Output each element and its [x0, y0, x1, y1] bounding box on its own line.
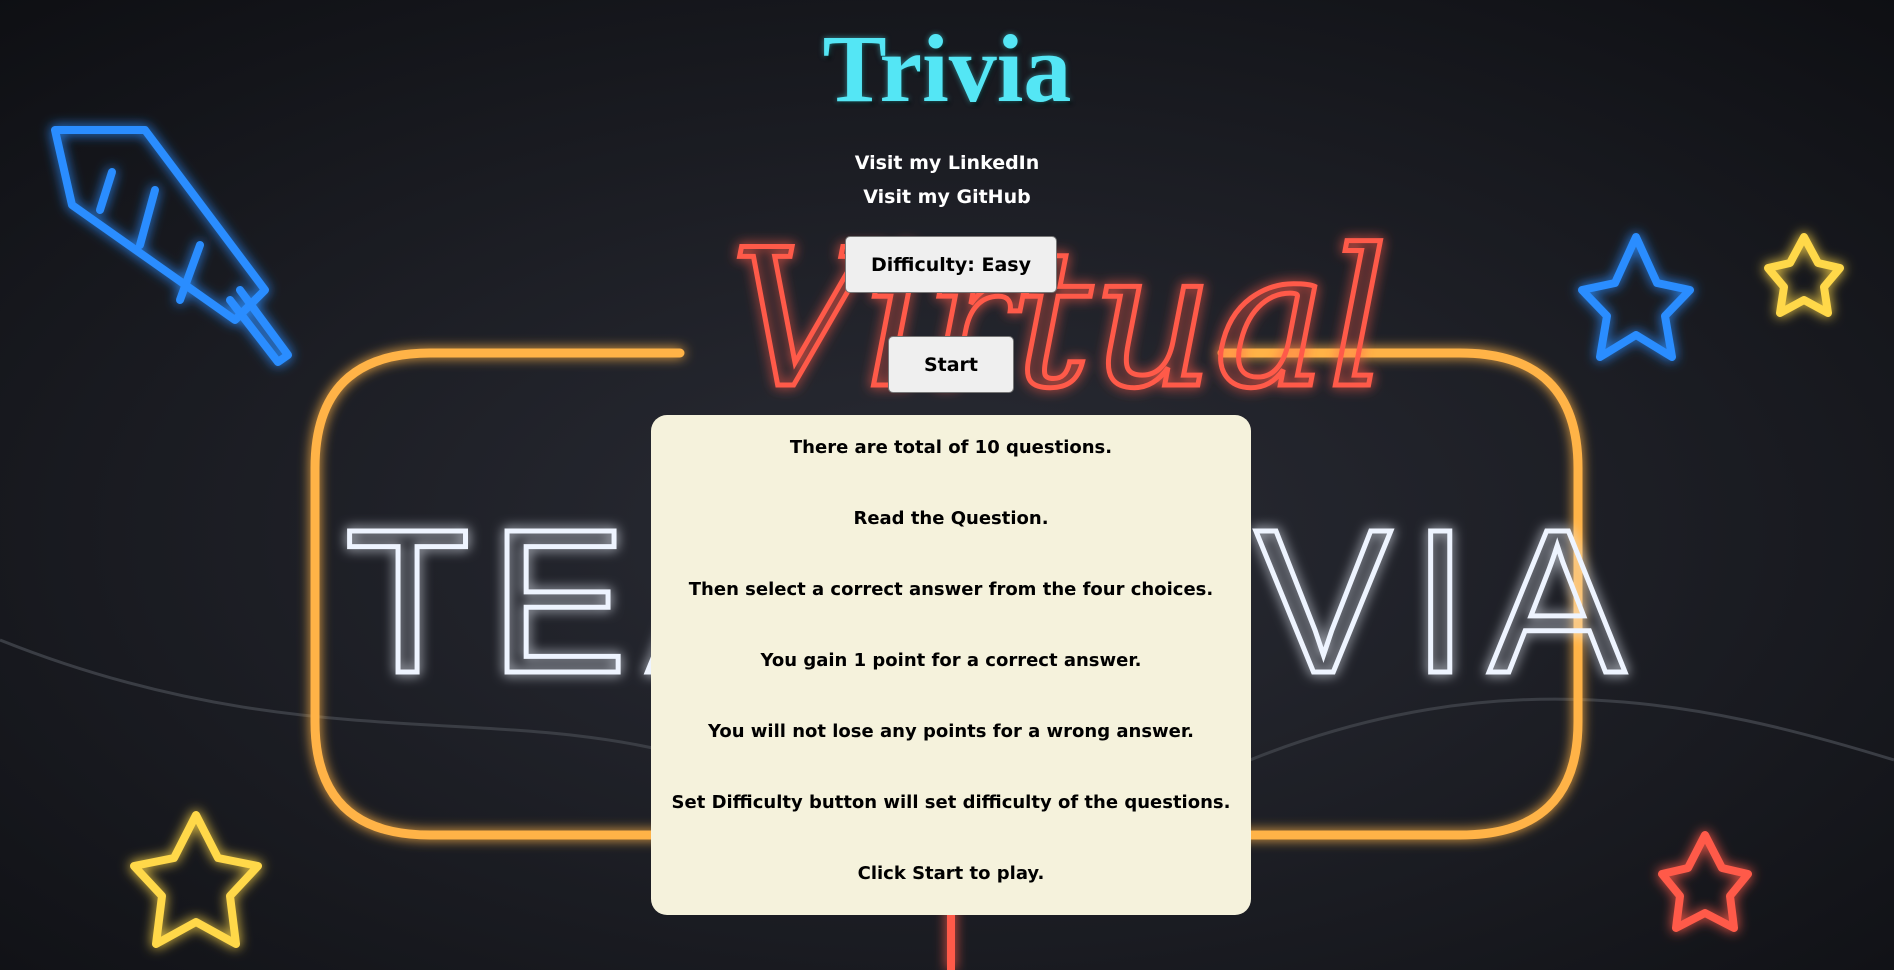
instruction-item: You will not lose any points for a wrong…	[707, 721, 1195, 742]
linkedin-link[interactable]: Visit my LinkedIn	[0, 150, 1894, 176]
instruction-item: Read the Question.	[853, 508, 1049, 529]
start-button[interactable]: Start	[888, 336, 1014, 393]
difficulty-button[interactable]: Difficulty: Easy	[845, 236, 1057, 293]
linkedin-link-label[interactable]: Visit my LinkedIn	[855, 152, 1040, 174]
github-link[interactable]: Visit my GitHub	[0, 184, 1894, 210]
instruction-item: Then select a correct answer from the fo…	[688, 579, 1214, 600]
instruction-item: There are total of 10 questions.	[789, 437, 1113, 458]
instructions-panel: There are total of 10 questions. Read th…	[651, 415, 1251, 915]
page-title: Trivia	[822, 15, 1072, 122]
instruction-item: Set Difficulty button will set difficult…	[671, 792, 1231, 813]
app-root: Trivia Visit my LinkedIn Visit my GitHub…	[0, 0, 1894, 970]
github-link-label[interactable]: Visit my GitHub	[863, 186, 1030, 208]
instruction-item: You gain 1 point for a correct answer.	[760, 650, 1142, 671]
instruction-item: Click Start to play.	[857, 863, 1045, 884]
